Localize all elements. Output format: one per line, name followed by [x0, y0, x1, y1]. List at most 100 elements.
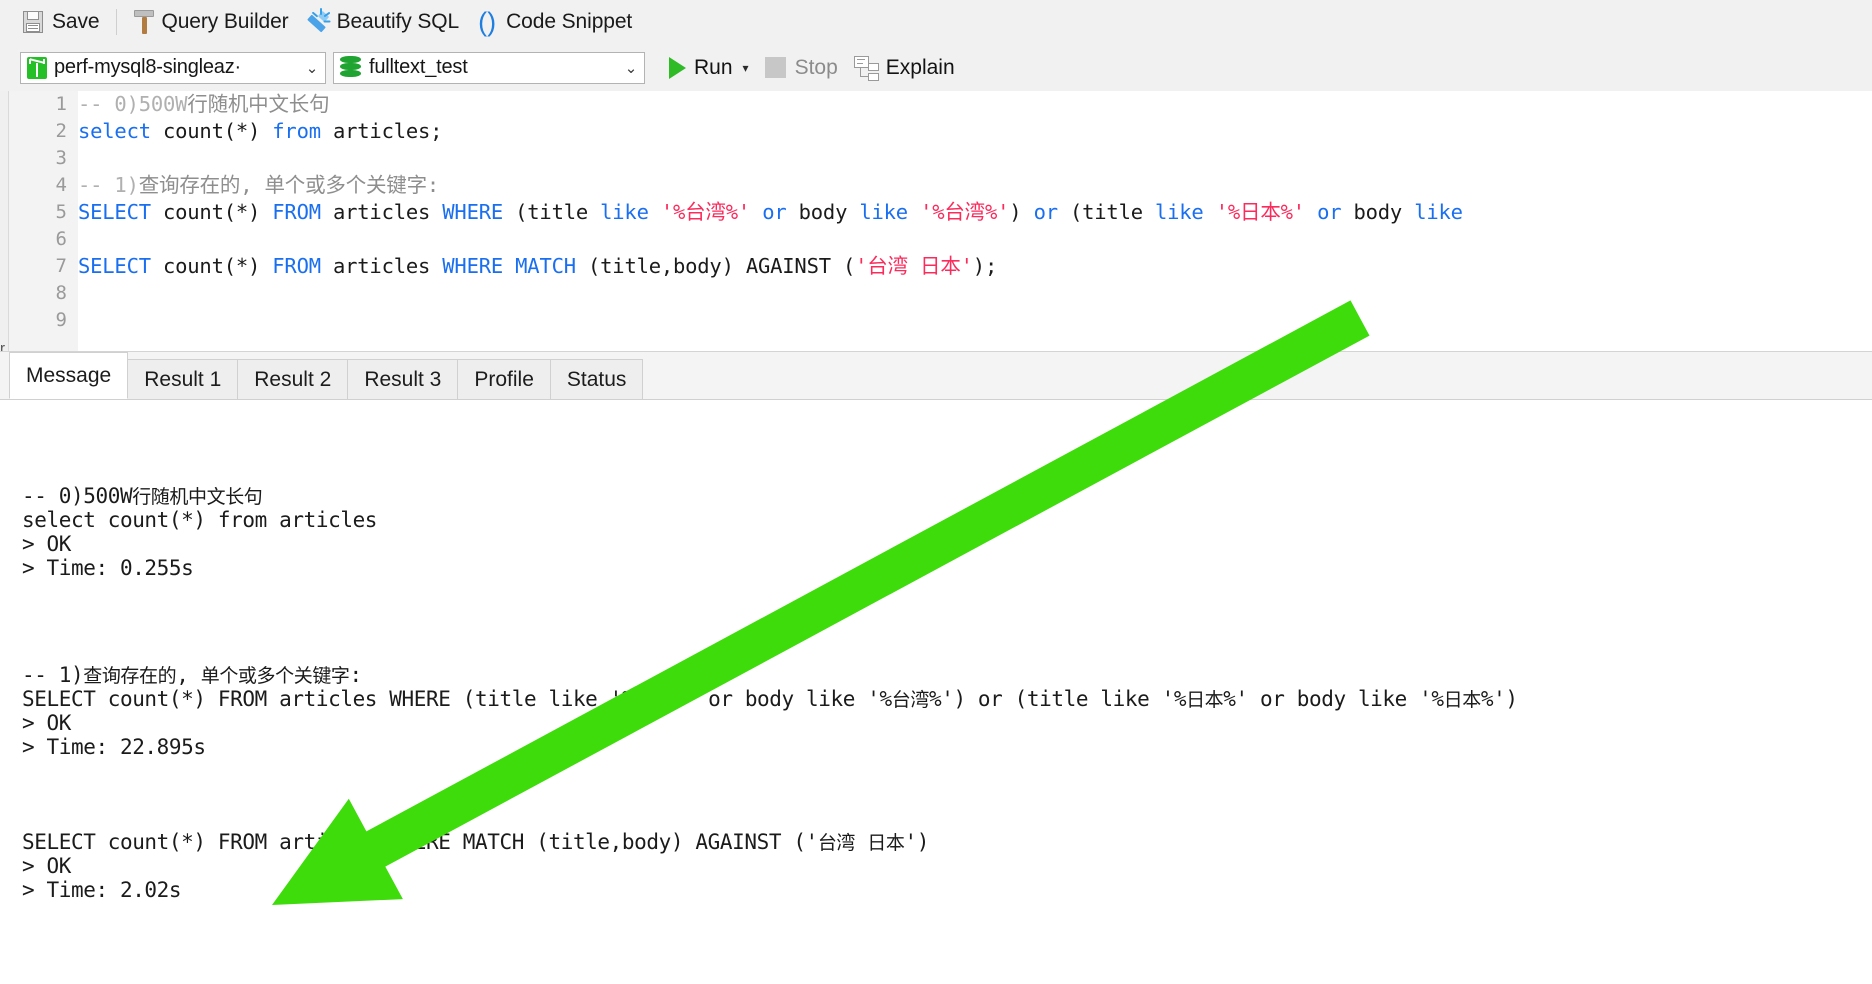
code-token: from: [272, 119, 321, 143]
beautify-sql-label: Beautify SQL: [336, 10, 460, 33]
code-token: 行随机中文长句: [187, 92, 330, 116]
message-line: > Time: 22.895s: [22, 735, 206, 759]
magic-wand-icon: [305, 7, 331, 35]
database-selector[interactable]: fulltext_test ⌄: [333, 51, 645, 84]
code-token: like: [1414, 200, 1463, 224]
parentheses-icon: (): [478, 7, 497, 37]
editor-line-number: 1: [55, 93, 67, 115]
message-line: -- 1)查询存在的, 单个或多个关键字:: [22, 663, 362, 687]
code-token: '台湾 日本': [855, 254, 973, 278]
save-button[interactable]: Save: [14, 5, 107, 39]
code-token: -- 1): [78, 173, 139, 197]
query-builder-icon: [134, 9, 155, 35]
connection-selector[interactable]: perf-mysql8-singleaz· ⌄: [20, 51, 326, 84]
explain-button[interactable]: Explain: [853, 55, 955, 81]
message-line: SELECT count(*) FROM articles WHERE MATC…: [22, 830, 929, 854]
play-icon: [669, 56, 686, 79]
run-button[interactable]: Run ▾: [665, 56, 753, 80]
editor-line-number: 6: [55, 228, 67, 250]
code-token: WHERE: [442, 254, 503, 278]
editor-line-number: 8: [55, 282, 67, 304]
tab-status[interactable]: Status: [549, 359, 644, 399]
editor-code-line[interactable]: SELECT count(*) FROM articles WHERE MATC…: [78, 253, 1872, 280]
code-token: count(*): [150, 200, 273, 224]
editor-code-line[interactable]: [78, 226, 1872, 253]
message-line: select count(*) from articles: [22, 508, 378, 532]
tab-result-1[interactable]: Result 1: [127, 359, 239, 399]
editor-code-line[interactable]: SELECT count(*) FROM articles WHERE (tit…: [78, 199, 1872, 226]
code-token: FROM: [272, 254, 321, 278]
code-token: '%台湾%': [660, 200, 751, 224]
editor-code-line[interactable]: -- 1)查询存在的, 单个或多个关键字:: [78, 172, 1872, 199]
editor-line-number: 3: [55, 147, 67, 169]
stop-button-label: Stop: [794, 55, 838, 79]
save-icon: [22, 10, 45, 34]
toolbar-separator: [116, 9, 118, 35]
code-token: 查询存在的, 单个或多个关键字:: [138, 173, 440, 197]
code-token: MATCH: [515, 254, 576, 278]
query-builder-button[interactable]: Query Builder: [126, 5, 296, 39]
code-token: ): [1009, 200, 1034, 224]
code-token: or: [762, 200, 787, 224]
connection-cube-icon: [26, 56, 48, 80]
editor-code-line[interactable]: select count(*) from articles;: [78, 118, 1872, 145]
code-token: articles;: [320, 119, 443, 143]
editor-line-number-gutter: 1 2 3 4 5 6 7 8 9: [9, 91, 78, 352]
code-token: like: [859, 200, 908, 224]
message-line: -- 0)500W行随机中文长句: [22, 484, 263, 508]
chevron-down-icon[interactable]: ⌄: [303, 59, 321, 77]
tab-result-2[interactable]: Result 2: [237, 359, 349, 399]
code-token: -- 0)500W: [78, 92, 188, 116]
tab-message[interactable]: Message: [9, 352, 129, 399]
message-line: > Time: 2.02s: [22, 878, 182, 902]
connection-selector-value: perf-mysql8-singleaz·: [54, 56, 241, 78]
top-toolbar: Save Query Builder Beautify SQL () Code …: [0, 0, 1872, 44]
code-token: body: [1341, 200, 1415, 224]
tab-result-3[interactable]: Result 3: [347, 359, 459, 399]
code-token: FROM: [272, 200, 321, 224]
message-line: > OK: [22, 532, 71, 556]
beautify-sql-button[interactable]: Beautify SQL: [297, 5, 468, 39]
sql-editor[interactable]: 123456789 -- 0)500W行随机中文长句 select count(*…: [9, 91, 1872, 352]
query-builder-label: Query Builder: [161, 10, 289, 33]
editor-code-line[interactable]: [78, 280, 1872, 307]
database-selector-value: fulltext_test: [369, 56, 468, 78]
editor-code-area[interactable]: -- 0)500W行随机中文长句 select count(*) from art…: [78, 91, 1872, 352]
code-token: count(*): [150, 119, 273, 143]
editor-code-line[interactable]: [78, 145, 1872, 172]
code-token: body: [786, 200, 860, 224]
message-line: > OK: [22, 854, 71, 878]
connection-toolbar: perf-mysql8-singleaz· ⌄ fulltext_test ⌄ …: [0, 44, 1872, 91]
code-snippet-label: Code Snippet: [506, 10, 633, 33]
code-token: (title: [1057, 200, 1155, 224]
code-token: SELECT: [78, 200, 151, 224]
message-line: > OK: [22, 711, 71, 735]
editor-code-line[interactable]: -- 0)500W行随机中文长句: [78, 91, 1872, 118]
run-dropdown-caret-icon[interactable]: ▾: [743, 61, 749, 75]
save-button-label: Save: [52, 10, 100, 33]
code-snippet-button[interactable]: () Code Snippet: [467, 5, 640, 39]
code-token: (title,body) AGAINST (: [575, 254, 856, 278]
stop-button: Stop: [764, 55, 838, 80]
message-output-pane[interactable]: -- 0)500W行随机中文长句 select count(*) from art…: [0, 400, 1872, 984]
result-tabstrip: Message Result 1 Result 2 Result 3 Profile St…: [0, 352, 1872, 400]
code-token: '%日本%': [1215, 200, 1305, 224]
code-token: or: [1033, 200, 1058, 224]
editor-line-number: 7: [55, 255, 67, 277]
tab-profile[interactable]: Profile: [457, 359, 551, 399]
editor-code-line[interactable]: [78, 307, 1872, 334]
editor-line-number: 4: [55, 174, 67, 196]
message-line: > Time: 0.255s: [22, 556, 194, 580]
code-token: WHERE: [442, 200, 503, 224]
code-token: (title: [503, 200, 601, 224]
code-token: );: [972, 254, 998, 278]
chevron-down-icon[interactable]: ⌄: [622, 59, 640, 77]
code-token: or: [1317, 200, 1342, 224]
code-token: count(*): [150, 254, 273, 278]
